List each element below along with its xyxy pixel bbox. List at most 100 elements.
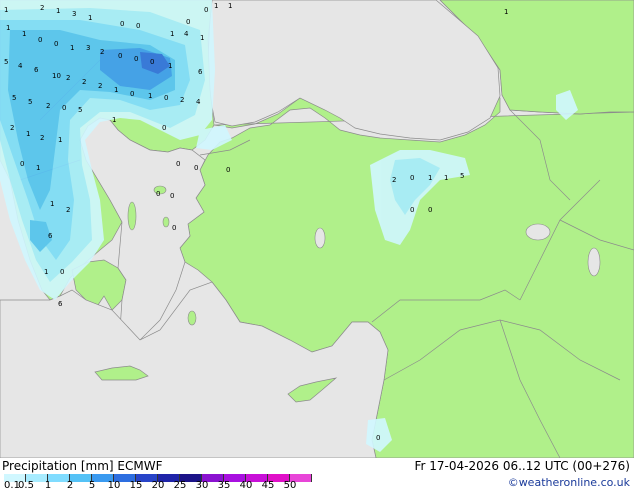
legend-tick-label: 20 [151,480,165,490]
precip-value: 1 [170,30,174,38]
island-euboea [127,201,137,231]
precip-value: 1 [36,164,40,172]
precip-value: 0 [410,206,414,214]
precip-value: 0 [428,206,432,214]
legend-tick-label: 10 [107,480,121,490]
legend-tick-label: 0.5 [18,480,34,490]
precip-value: 1 [200,34,204,42]
legend-panel: Precipitation [mm] ECMWF Fr 17-04-2026 0… [0,458,634,490]
precip-value: 1 [88,14,92,22]
legend-model: ECMWF [117,459,163,473]
precip-value: 0 [172,224,176,232]
precip-value: 1 [148,92,152,100]
precip-value: 1 [56,7,60,15]
precip-value: 2 [82,78,86,86]
precip-value: 1 [44,268,48,276]
legend-tick-label: 2 [66,480,74,490]
lake-van [525,223,551,241]
legend-title-text: Precipitation [mm] [2,459,114,473]
precip-value: 3 [86,44,90,52]
precip-value: 0 [186,18,190,26]
legend-tick-label: 1 [44,480,52,490]
precip-value: 1 [428,174,432,182]
precip-value: 0 [120,20,124,28]
precip-value: 5 [78,106,82,114]
precip-value: 4 [18,62,23,70]
precip-value: 5 [12,94,16,102]
page: { "legend": { "title": "Precipitation [m… [0,0,634,490]
precip-value: 6 [34,66,39,74]
precip-value: 0 [194,164,198,172]
lake-east [587,247,601,277]
precip-value: 0 [134,55,138,63]
precip-value: 0 [130,90,134,98]
legend-tick-label: 25 [173,480,187,490]
precip-value: 0 [162,124,166,132]
precip-value: 2 [40,4,44,12]
precip-value: 1 [214,2,218,10]
precip-value: 1 [22,30,26,38]
legend-tick-label: 5 [88,480,96,490]
precip-value: 0 [204,6,208,14]
precip-value: 3 [72,10,76,18]
sea-black [207,0,501,141]
precip-value: 6 [198,68,203,76]
precip-value: 1 [50,200,54,208]
precip-value: 4 [196,98,201,106]
precip-value: 2 [392,176,396,184]
precip-value: 0 [118,52,122,60]
precip-value: 4 [184,30,189,38]
precip-value: 0 [176,160,180,168]
precip-value: 1 [168,62,172,70]
precip-value: 1 [114,86,118,94]
precip-value: 6 [58,300,63,308]
precip-value: 0 [136,22,140,30]
precip-value: 5 [28,98,32,106]
island-chios [162,216,170,228]
legend-credit-link[interactable]: ©weatheronline.co.uk [508,476,630,489]
precip-value: 0 [54,40,58,48]
precip-value: 6 [48,232,53,240]
precip-value: 2 [66,74,70,82]
legend-color-bar [4,474,330,482]
precip-value: 1 [4,6,8,14]
precip-value: 1 [70,44,74,52]
precip-value: 1 [6,24,10,32]
precip-value: 2 [66,206,70,214]
precip-value: 5 [4,58,8,66]
precip-value: 1 [112,116,116,124]
island-rhodes [187,310,197,326]
precip-value: 2 [46,102,50,110]
legend-title: Precipitation [mm] ECMWF [2,459,162,473]
precip-value: 5 [460,172,464,180]
precip-value: 2 [40,134,44,142]
precip-value: 0 [150,58,154,66]
precip-value: 2 [10,124,14,132]
precip-value: 0 [20,160,24,168]
precip-value: 2 [98,82,102,90]
legend-tick-label: 15 [129,480,143,490]
precip-value: 2 [100,48,104,56]
precip-value: 1 [504,8,508,16]
precip-value: 1 [444,174,448,182]
precip-value: 2 [180,96,184,104]
precip-value: 0 [38,36,42,44]
precip-value: 0 [410,174,414,182]
precip-value: 1 [228,2,232,10]
precip-value: 0 [170,192,174,200]
precip-value: 10 [52,72,61,80]
legend-tick-label: 30 [195,480,209,490]
precip-value: 0 [376,434,380,442]
precipitation-map: 2 1 3 10 0110 0 1 3 2 0 0 0 14 15 4 610 2 2 2 1 0 1 0 2 465 5 2 0 52… [0,0,634,458]
precip-value: 1 [26,130,30,138]
lake-tuz [314,227,326,249]
legend-tick-label: 40 [239,480,253,490]
precip-value: 0 [60,268,64,276]
legend-valid-time: Fr 17-04-2026 06..12 UTC (00+276) [414,459,630,473]
precip-value: 0 [164,94,168,102]
precip-value: 0 [156,190,160,198]
legend-tick-label: 35 [217,480,231,490]
legend-tick-label: 50 [283,480,297,490]
precip-value: 1 [58,136,62,144]
precip-value: 0 [226,166,230,174]
